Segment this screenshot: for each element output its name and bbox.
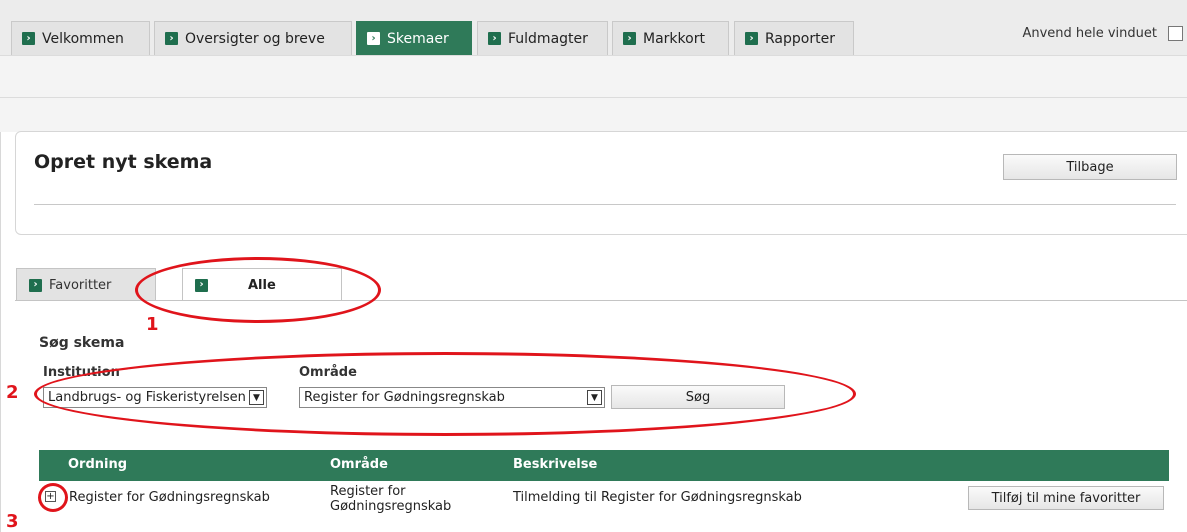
institution-value: Landbrugs- og Fiskeristyrelsen <box>48 390 246 405</box>
cell-beskrivelse: Tilmelding til Register for Gødningsregn… <box>513 490 802 505</box>
full-window-checkbox[interactable] <box>1168 26 1183 41</box>
annotation-number-1: 1 <box>146 314 159 335</box>
tab-label: Rapporter <box>765 30 835 47</box>
column-header-beskrivelse: Beskrivelse <box>513 457 598 472</box>
tab-skemaer[interactable]: › Skemaer <box>356 21 472 55</box>
chevron-right-icon: › <box>22 32 35 45</box>
search-button[interactable]: Søg <box>611 385 785 409</box>
table-header <box>39 450 1169 481</box>
chevron-right-icon: › <box>488 32 501 45</box>
tab-label: Oversigter og breve <box>185 30 325 47</box>
tab-label: Alle <box>248 277 276 293</box>
divider <box>0 132 1 532</box>
cell-ordning: Register for Gødningsregnskab <box>69 490 270 505</box>
tab-favoritter[interactable]: › Favoritter <box>16 268 156 301</box>
chevron-right-icon: › <box>29 278 42 292</box>
full-window-label: Anvend hele vinduet <box>1022 26 1157 41</box>
tab-markkort[interactable]: › Markkort <box>612 21 729 55</box>
back-button[interactable]: Tilbage <box>1003 154 1177 180</box>
add-to-favorites-button[interactable]: Tilføj til mine favoritter <box>968 486 1164 510</box>
column-header-omraade: Område <box>330 457 388 472</box>
tab-rapporter[interactable]: › Rapporter <box>734 21 854 55</box>
column-header-ordning: Ordning <box>68 457 128 472</box>
tab-label: Fuldmagter <box>508 30 588 47</box>
expand-icon[interactable]: + <box>45 491 56 502</box>
tab-label: Favoritter <box>49 277 112 293</box>
cell-omraade-line1: Register for <box>330 484 406 499</box>
header-panel: Opret nyt skema <box>15 131 1187 235</box>
divider <box>34 204 1176 205</box>
cell-omraade-line2: Gødningsregnskab <box>330 499 452 514</box>
chevron-right-icon: › <box>165 32 178 45</box>
chevron-down-icon[interactable]: ▼ <box>249 390 264 405</box>
toolbar-strip <box>0 55 1187 97</box>
tab-oversigter[interactable]: › Oversigter og breve <box>154 21 352 55</box>
search-title: Søg skema <box>39 335 125 351</box>
annotation-number-3: 3 <box>6 511 19 532</box>
tab-alle[interactable]: › Alle <box>182 268 342 301</box>
page-title: Opret nyt skema <box>34 151 213 173</box>
tab-label: Velkommen <box>42 30 124 47</box>
chevron-right-icon: › <box>623 32 636 45</box>
institution-select[interactable]: Landbrugs- og Fiskeristyrelsen ▼ <box>43 387 267 408</box>
tab-velkommen[interactable]: › Velkommen <box>11 21 150 55</box>
tab-label: Markkort <box>643 30 705 47</box>
institution-label: Institution <box>43 365 120 380</box>
area-value: Register for Gødningsregnskab <box>304 390 505 405</box>
chevron-right-icon: › <box>745 32 758 45</box>
tab-label: Skemaer <box>387 30 449 47</box>
chevron-down-icon[interactable]: ▼ <box>587 390 602 405</box>
chevron-right-icon: › <box>195 278 208 292</box>
toolbar-strip-2 <box>0 97 1187 132</box>
tab-underline <box>15 300 1187 301</box>
tab-fuldmagter[interactable]: › Fuldmagter <box>477 21 608 55</box>
area-select[interactable]: Register for Gødningsregnskab ▼ <box>299 387 605 408</box>
area-label: Område <box>299 365 357 380</box>
chevron-right-icon: › <box>367 32 380 45</box>
annotation-number-2: 2 <box>6 382 19 403</box>
